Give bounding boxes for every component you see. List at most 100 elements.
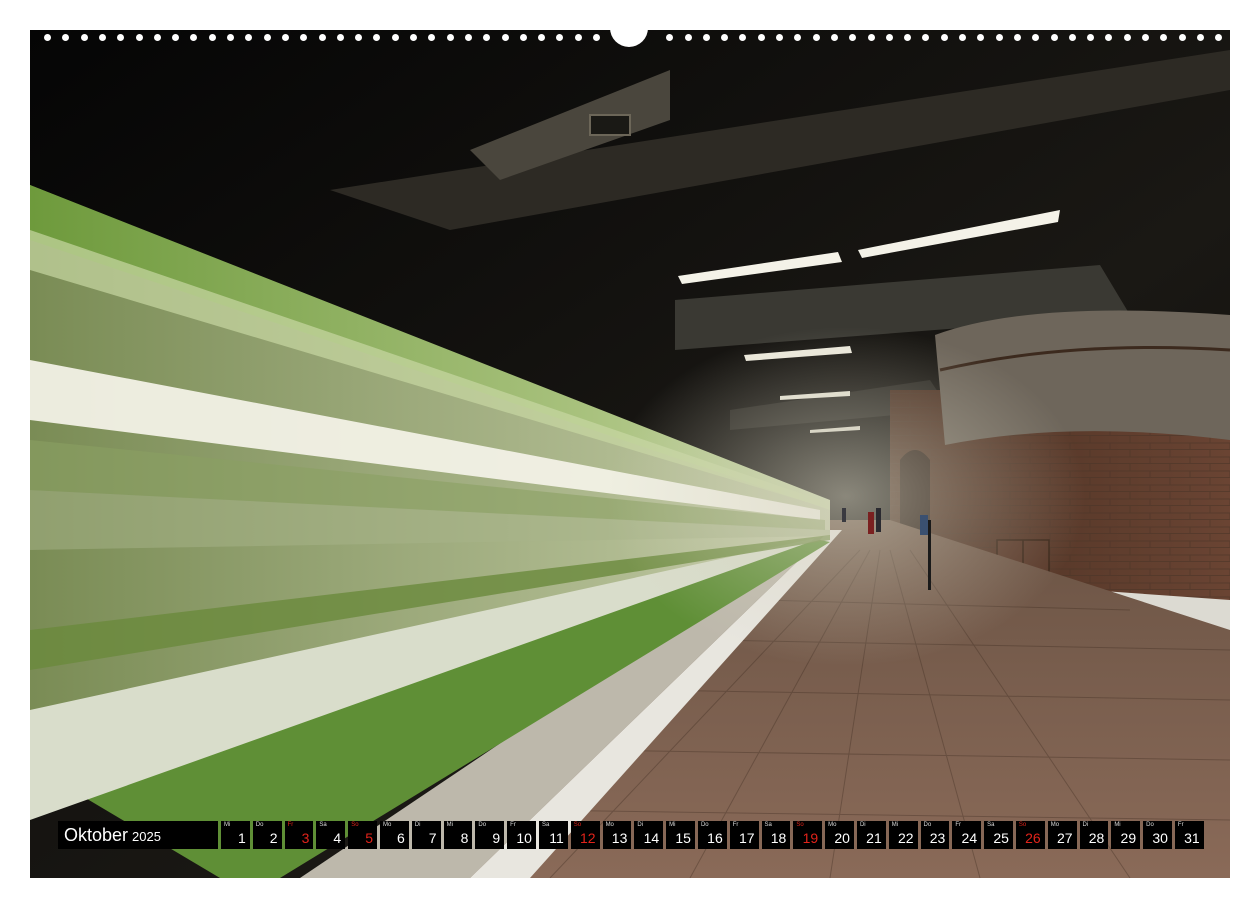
weekday-label: Di [414, 822, 421, 828]
binding-hole [995, 34, 1003, 41]
weekday-label: Sa [987, 822, 995, 828]
day-cell: Fr 10 [507, 821, 536, 849]
weekday-label: Di [1082, 822, 1089, 828]
day-cell: Mi 8 [443, 821, 473, 849]
binding-hole [428, 34, 436, 41]
day-cell: Di 7 [411, 821, 441, 849]
binding-hole [885, 34, 893, 41]
day-number: 5 [365, 830, 373, 846]
day-cell: So 19 [793, 821, 823, 849]
binding-hole [959, 34, 966, 41]
day-number: 18 [770, 830, 787, 846]
weekday-label: Di [637, 822, 644, 828]
weekday-label: Do [478, 822, 487, 828]
day-number: 31 [1184, 830, 1200, 846]
binding-hole [263, 34, 271, 41]
day-number: 12 [579, 830, 596, 846]
binding-hole [172, 34, 180, 41]
day-cell: Fr 17 [729, 821, 759, 849]
weekday-label: Fr [287, 822, 294, 828]
binding-hole [62, 34, 70, 41]
month-year: 2025 [132, 829, 161, 844]
day-cell: Mi 22 [888, 821, 918, 849]
day-cell: Do 2 [252, 821, 282, 849]
day-number: 23 [929, 830, 946, 846]
weekday-label: Mi [891, 822, 899, 828]
binding-hole [1178, 34, 1186, 41]
binding-hole [410, 34, 417, 41]
binding-hole [556, 34, 564, 41]
weekday-label: Mi [224, 822, 231, 828]
weekday-label: Di [859, 822, 866, 828]
day-number: 21 [866, 830, 882, 846]
weekday-label: Sa [319, 822, 327, 828]
binding-hole [483, 34, 491, 41]
hanger-notch [610, 28, 648, 47]
binding-hole [373, 34, 381, 41]
binding-hole [977, 34, 985, 41]
day-cell: Do 16 [697, 821, 727, 849]
day-cells: Mi 1 Do 2 Fr 3 Sa 4 So 5 Mo 6 Di 7 Mi 8 Do 9 Fr 10 Sa 11 So 12 M… [221, 821, 1204, 849]
day-cell: Fr 3 [284, 821, 314, 849]
binding-hole [1123, 34, 1131, 41]
weekday-label: Do [923, 822, 932, 828]
day-number: 16 [707, 830, 723, 846]
binding-hole [501, 34, 509, 41]
weekday-label: Fr [510, 822, 516, 828]
day-cell: Mi 15 [666, 821, 695, 849]
binding-hole [1032, 34, 1040, 41]
day-cell: Mo 20 [825, 821, 854, 849]
binding-hole [1013, 34, 1021, 41]
binding-hole [208, 34, 216, 41]
day-cell: Di 28 [1079, 821, 1109, 849]
subway-photo [30, 30, 1230, 878]
day-number: 30 [1152, 830, 1168, 846]
day-cell: Mi 1 [221, 821, 250, 849]
binding-hole [1105, 34, 1113, 41]
binding-hole [1068, 34, 1076, 41]
day-number: 17 [738, 830, 755, 846]
binding-hole [1050, 34, 1058, 41]
day-number: 10 [516, 830, 532, 846]
binding-hole [684, 34, 692, 41]
day-number: 15 [675, 830, 691, 846]
weekday-label: Fr [955, 822, 961, 828]
day-number: 29 [1120, 830, 1137, 846]
day-number: 2 [269, 830, 278, 846]
weekday-label: Mo [605, 822, 614, 828]
weekday-label: Mi [446, 822, 453, 828]
month-name: Oktober [64, 824, 129, 845]
day-number: 9 [492, 830, 501, 846]
day-number: 1 [238, 830, 246, 846]
binding-hole [830, 34, 838, 41]
binding-hole [1142, 34, 1149, 41]
day-number: 25 [993, 830, 1009, 846]
day-number: 6 [396, 830, 405, 846]
day-number: 8 [460, 830, 469, 846]
binding-hole [355, 34, 363, 41]
binding-hole [922, 34, 930, 41]
day-cell: So 5 [348, 821, 377, 849]
day-cell: So 26 [1015, 821, 1045, 849]
day-cell: Fr 31 [1174, 821, 1204, 849]
binding-hole [776, 34, 783, 41]
binding-hole [794, 34, 802, 41]
weekday-label: Do [1146, 822, 1154, 828]
month-label: Oktober 2025 [58, 821, 218, 849]
day-cell: Sa 11 [538, 821, 568, 849]
weekday-label: So [1018, 822, 1027, 828]
day-cell: Di 14 [634, 821, 664, 849]
day-number: 7 [428, 830, 437, 846]
binding-hole [318, 34, 326, 41]
binding-hole [702, 34, 710, 41]
binding-hole [190, 34, 198, 41]
day-cell: Fr 24 [952, 821, 982, 849]
binding-hole [574, 34, 582, 41]
binding-hole [281, 34, 289, 41]
weekday-label: Mi [669, 822, 676, 828]
day-number: 27 [1056, 830, 1073, 846]
binding-hole [300, 34, 308, 41]
binding-hole [153, 34, 161, 41]
calendar-strip: Oktober 2025 Mi 1 Do 2 Fr 3 Sa 4 So 5 Mo 6 Di 7 Mi 8 Do 9… [58, 821, 1204, 849]
binding-hole [135, 34, 143, 41]
